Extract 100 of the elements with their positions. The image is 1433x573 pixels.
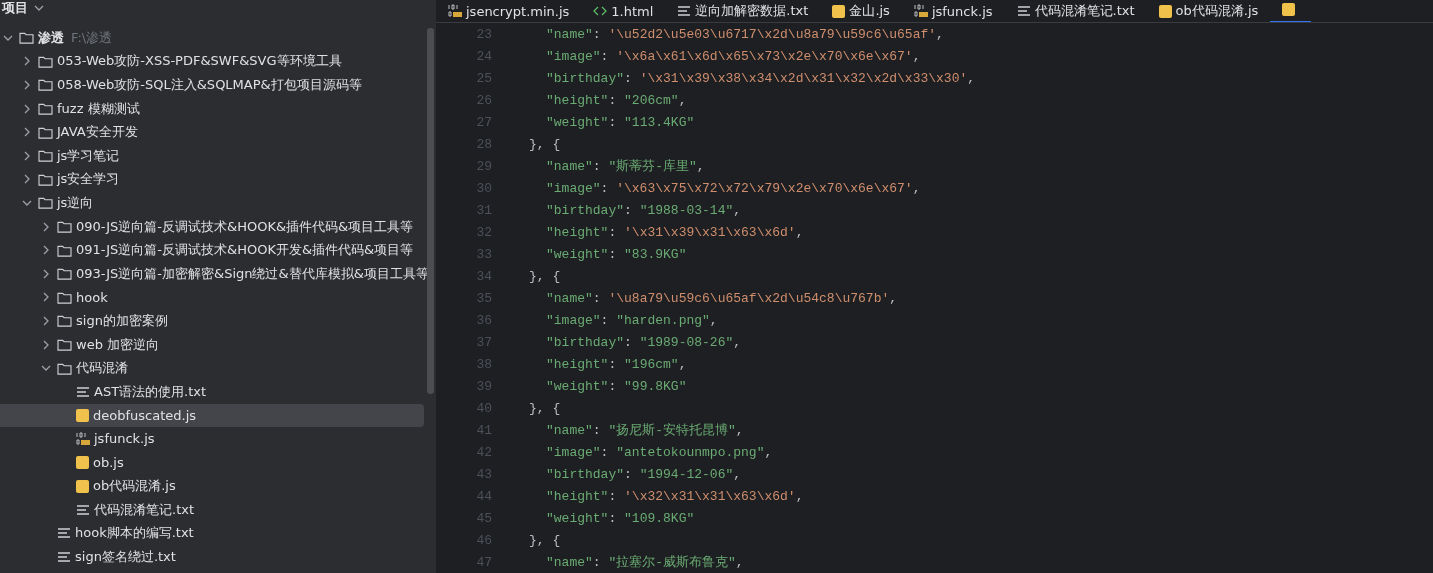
code-line: "height": "206cm", <box>546 92 687 108</box>
js-file-icon <box>76 456 89 469</box>
tree-item-label[interactable]: 053-Web攻防-XSS-PDF&SWF&SVG等环境工具 <box>57 52 342 71</box>
folder-icon <box>38 102 53 116</box>
folder-path: F:\渗透 <box>71 28 113 47</box>
folder-icon <box>57 267 72 281</box>
code-line: "weight": "83.9KG" <box>546 246 687 262</box>
code-line: "name": "斯蒂芬-库里", <box>546 158 705 175</box>
binary-js-file-icon <box>448 4 462 18</box>
chevron-icon[interactable] <box>22 103 32 114</box>
folder-icon <box>19 31 34 45</box>
tree-item-label[interactable]: 091-JS逆向篇-反调试技术&HOOK开发&插件代码&项目等 <box>76 241 414 260</box>
folder-icon <box>38 78 53 92</box>
chevron-icon[interactable] <box>41 221 51 232</box>
tree-item-label[interactable]: hook <box>76 289 108 305</box>
chevron-icon[interactable] <box>41 339 51 350</box>
editor-tab[interactable]: jsencrypt.min.js <box>436 0 582 22</box>
js-file-icon <box>1282 3 1296 16</box>
text-file-icon <box>76 503 90 516</box>
tree-item-label[interactable]: 代码混淆 <box>76 359 128 378</box>
editor-tab[interactable]: jsfunck.js <box>901 0 1005 22</box>
js-file-icon <box>1158 4 1172 18</box>
code-line: "name": '\u8a79\u59c6\u65af\x2d\u54c8\u767b', <box>546 290 898 306</box>
tree-item-label[interactable]: js逆向 <box>57 193 94 212</box>
chevron-icon[interactable] <box>41 268 51 279</box>
folder-icon <box>38 172 53 186</box>
code-line: "weight": "113.4KG" <box>546 114 695 130</box>
tree-item-label[interactable]: ob代码混淆.js <box>93 477 176 496</box>
code-line: "name": "扬尼斯-安特托昆博", <box>546 422 744 439</box>
js-file-icon <box>76 408 89 422</box>
chevron-icon[interactable] <box>22 56 32 67</box>
editor-tab[interactable]: 金山.js <box>820 0 902 22</box>
js-file-icon <box>832 4 846 18</box>
chevron-icon[interactable] <box>41 315 51 326</box>
editor-tab[interactable] <box>1270 0 1312 22</box>
tree-item-label[interactable]: 代码混淆笔记.txt <box>94 500 195 519</box>
folder-icon <box>57 338 72 351</box>
tree-item-label: deobfuscated.js <box>93 407 197 423</box>
tree-item-label[interactable]: JAVA安全开发 <box>57 123 138 142</box>
folder-icon <box>57 243 72 257</box>
chevron-icon[interactable] <box>22 80 32 90</box>
folder-icon <box>57 314 72 328</box>
chevron-icon[interactable] <box>22 174 32 185</box>
tree-item-label[interactable]: sign签名绕过.txt <box>75 547 176 566</box>
folder-icon <box>57 220 72 234</box>
tree-item-label[interactable]: 090-JS逆向篇-反调试技术&HOOK&插件代码&项目工具等 <box>76 217 414 236</box>
folder-icon <box>38 54 53 68</box>
text-file-icon <box>1016 5 1031 17</box>
tree-item-label[interactable]: 058-Web攻防-SQL注入&SQLMAP&打包项目源码等 <box>57 76 362 94</box>
code-line: "birthday": "1988-03-14", <box>546 202 742 218</box>
text-file-icon <box>57 550 71 563</box>
tree-item-label[interactable]: hook脚本的编写.txt <box>75 524 194 543</box>
code-line: "height": '\x31\x39\x31\x63\x6d', <box>546 224 804 240</box>
editor-tab[interactable]: 逆向加解密数据.txt <box>665 0 821 22</box>
tree-item-label[interactable]: js安全学习 <box>57 170 120 189</box>
selected-tree-row[interactable]: deobfuscated.js <box>0 403 424 428</box>
tree-item-label[interactable]: fuzz 模糊测试 <box>57 99 140 118</box>
code-line: "image": "harden.png", <box>546 312 718 328</box>
text-file-icon <box>677 5 692 17</box>
code-line: }, { <box>529 268 561 284</box>
tree-item-label[interactable]: 093-JS逆向篇-加密解密&Sign绕过&替代库模拟&项目工具等 <box>76 264 429 283</box>
code-line: "birthday": '\x31\x39\x38\x34\x2d\x31\x32\x2d\x33\x30', <box>546 70 976 86</box>
tree-item-label[interactable]: jsfunck.js <box>94 431 155 447</box>
code-line: }, { <box>529 532 561 548</box>
code-line: "image": '\x63\x75\x72\x72\x79\x2e\x70\x6e\x67', <box>546 180 921 196</box>
code-line: "name": '\u52d2\u5e03\u6717\x2d\u8a79\u59c6\u65af', <box>546 26 944 42</box>
chevron-icon[interactable] <box>22 150 32 161</box>
chevron-icon[interactable] <box>41 292 51 303</box>
tree-item-label[interactable]: web 加密逆向 <box>76 335 159 354</box>
code-line: "birthday": "1989-08-26", <box>546 334 742 350</box>
code-line: }, { <box>529 400 561 416</box>
text-file-icon <box>57 527 71 540</box>
scrollbar[interactable] <box>427 28 434 394</box>
chevron-icon[interactable] <box>22 127 32 138</box>
chevron-icon[interactable] <box>41 245 51 256</box>
editor-tab[interactable]: ob代码混淆.js <box>1146 0 1271 22</box>
code-line: "image": '\x6a\x61\x6d\x65\x73\x2e\x70\x6e\x67', <box>546 48 921 64</box>
folder-icon <box>57 361 72 375</box>
code-icon <box>593 5 608 17</box>
code-line: "weight": "99.8KG" <box>546 378 687 394</box>
binary-js-file-icon <box>913 4 928 18</box>
tree-item-label[interactable]: 渗透 <box>38 28 64 47</box>
tree-item-label[interactable]: ob.js <box>93 455 124 470</box>
editor-tab[interactable]: 代码混淆笔记.txt <box>1004 0 1147 22</box>
tree-item-label[interactable]: js学习笔记 <box>57 146 120 165</box>
caret-icon[interactable] <box>34 5 44 11</box>
tree-item-label[interactable]: AST语法的使用.txt <box>94 382 207 401</box>
folder-icon <box>57 290 72 304</box>
code-line: "image": "antetokounmpo.png", <box>546 444 773 460</box>
code-line: "name": "拉塞尔-威斯布鲁克", <box>546 554 744 571</box>
code-line: "birthday": "1994-12-06", <box>546 466 742 482</box>
code-line: "weight": "109.8KG" <box>546 510 695 526</box>
text-file-icon <box>76 385 90 398</box>
editor-tab[interactable]: 1.html <box>581 0 666 22</box>
tree-item-label[interactable]: sign的加密案例 <box>76 311 168 330</box>
binary-js-file-icon <box>76 431 90 446</box>
folder-icon <box>38 125 53 139</box>
panel-title[interactable]: 项目 <box>2 0 28 17</box>
code-line: }, { <box>529 136 561 152</box>
code-line: "height": "196cm", <box>546 356 687 372</box>
